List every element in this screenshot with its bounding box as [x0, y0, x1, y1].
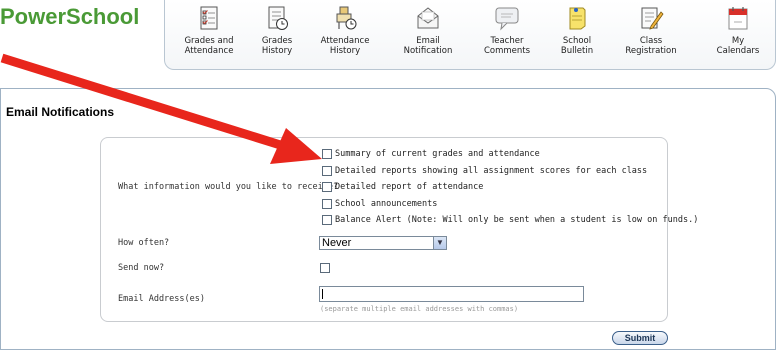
- nav-item-my-calendars[interactable]: My Calendars: [703, 4, 773, 56]
- option-detailed-attendance-label: Detailed report of attendance: [335, 182, 484, 192]
- option-balance-alert-label: Balance Alert (Note: Will only be sent w…: [335, 215, 699, 225]
- envelope-icon: [417, 7, 439, 29]
- nav-label: Email Notification: [403, 36, 453, 56]
- grades-history-icon: [268, 6, 288, 30]
- main-nav-bar: Grades and Attendance Grades History Att…: [164, 0, 776, 70]
- email-address-input[interactable]: [319, 286, 584, 302]
- checkbox-balance-alert[interactable]: [322, 215, 332, 225]
- registration-pencil-icon: [641, 7, 664, 30]
- nav-item-teacher-comments[interactable]: Teacher Comments: [472, 4, 542, 56]
- submit-button[interactable]: Submit: [612, 331, 668, 345]
- checkbox-detailed-assignment-scores[interactable]: [322, 166, 332, 176]
- text-caret: [322, 289, 323, 299]
- how-often-select[interactable]: Never ▼: [319, 236, 447, 250]
- bulletin-note-icon: [569, 7, 586, 30]
- how-often-label: How often?: [118, 238, 170, 248]
- what-info-label: What information would you like to recei…: [118, 182, 339, 192]
- nav-item-grades-history[interactable]: Grades History: [242, 4, 312, 56]
- nav-label: Grades and Attendance: [184, 36, 234, 56]
- calendar-icon: [728, 7, 748, 30]
- send-now-label: Send now?: [118, 263, 165, 273]
- nav-item-attendance-history[interactable]: Attendance History: [310, 4, 380, 56]
- page-title: Email Notifications: [6, 105, 115, 119]
- send-now-checkbox[interactable]: [320, 263, 330, 273]
- checkbox-school-announcements[interactable]: [322, 199, 332, 209]
- nav-item-class-registration[interactable]: Class Registration: [616, 4, 686, 56]
- nav-label: School Bulletin: [560, 36, 594, 56]
- option-school-announcements-label: School announcements: [335, 199, 438, 209]
- nav-label: Teacher Comments: [483, 36, 531, 56]
- nav-item-grades-attendance[interactable]: Grades and Attendance: [174, 4, 244, 56]
- checkbox-detailed-attendance[interactable]: [322, 182, 332, 192]
- nav-label: Grades History: [261, 36, 293, 56]
- powerschool-logo[interactable]: PowerSchool: [0, 4, 139, 30]
- chevron-down-icon[interactable]: ▼: [433, 237, 446, 249]
- checkbox-summary-grades[interactable]: [322, 149, 332, 159]
- option-detailed-scores-label: Detailed reports showing all assignment …: [335, 166, 648, 176]
- nav-item-email-notification[interactable]: Email Notification: [393, 4, 463, 56]
- option-summary-grades-label: Summary of current grades and attendance: [335, 149, 540, 159]
- nav-label: My Calendars: [716, 36, 760, 56]
- nav-label: Class Registration: [625, 36, 677, 56]
- email-hint: (separate multiple email addresses with …: [320, 305, 519, 313]
- email-address-label: Email Address(es): [118, 294, 205, 304]
- nav-label: Attendance History: [320, 36, 370, 56]
- speech-bubble-icon: [495, 7, 519, 31]
- attendance-history-icon: [336, 6, 357, 30]
- nav-item-school-bulletin[interactable]: School Bulletin: [542, 4, 612, 56]
- grades-attendance-icon: [200, 6, 218, 30]
- how-often-selected-value: Never: [322, 237, 352, 249]
